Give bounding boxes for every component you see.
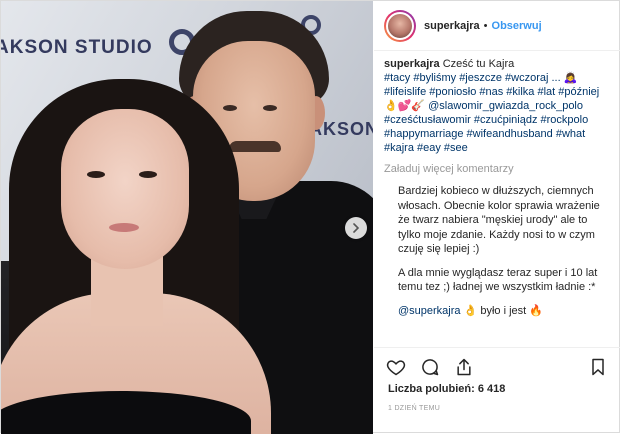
save-button[interactable]	[588, 357, 608, 377]
comment-text: 👌 było i jest 🔥	[463, 304, 543, 317]
backdrop-logo-text: AKSON STUDIO	[1, 37, 153, 58]
post-sidebar: superkajra • Obserwuj superkajra Cześć t…	[374, 1, 620, 434]
share-icon	[457, 358, 471, 376]
caption-text: Cześć tu Kajra	[442, 58, 515, 70]
divider	[374, 347, 620, 348]
heart-icon	[386, 360, 406, 376]
woman-lips	[109, 223, 139, 232]
likes-count[interactable]: Liczba polubień: 6 418	[388, 383, 505, 395]
header-separator: •	[483, 19, 488, 32]
comment-item: @superkajra 👌 było i jest 🔥	[384, 304, 612, 319]
woman-eye	[139, 171, 157, 178]
follow-button[interactable]: Obserwuj	[492, 20, 542, 32]
like-button[interactable]	[386, 357, 406, 377]
post-timestamp: 1 DZIEŃ TEMU	[388, 405, 441, 412]
comment-item: Bardziej kobieco w dłuższych, ciemnych w…	[398, 185, 600, 255]
chevron-right-icon	[353, 223, 360, 233]
caption-username[interactable]: superkajra	[384, 58, 440, 70]
comment-button[interactable]	[420, 357, 440, 377]
bookmark-icon	[592, 358, 604, 376]
comment-icon	[422, 359, 439, 376]
header-username[interactable]: superkajra	[424, 20, 480, 32]
load-more-comments-button[interactable]: Załaduj więcej komentarzy	[384, 163, 612, 175]
man-mustache	[229, 141, 281, 152]
share-button[interactable]	[454, 357, 474, 377]
comment-item: A dla mnie wyglądasz teraz super i 10 la…	[398, 266, 598, 294]
caption-hashtags[interactable]: #tacy #byliśmy #jeszcze #wczoraj ... 🙇‍♀…	[384, 72, 599, 154]
action-bar	[374, 353, 620, 381]
avatar-image	[386, 11, 414, 40]
post-photo[interactable]: AKSON STUDIO AKSON	[1, 1, 373, 434]
post-frame: AKSON STUDIO AKSON superkajra • Obserwuj…	[0, 0, 620, 434]
post-caption: superkajra Cześć tu Kajra #tacy #byliśmy…	[384, 57, 612, 155]
comments-section[interactable]: superkajra Cześć tu Kajra #tacy #byliśmy…	[374, 57, 620, 341]
woman-face	[61, 109, 189, 269]
man-eye	[263, 105, 277, 111]
next-photo-button[interactable]	[345, 217, 367, 239]
woman-eye	[87, 171, 105, 178]
avatar[interactable]	[384, 9, 416, 42]
man-eye	[223, 105, 237, 111]
comment-mention[interactable]: @superkajra	[398, 305, 461, 317]
post-header: superkajra • Obserwuj	[374, 1, 620, 51]
